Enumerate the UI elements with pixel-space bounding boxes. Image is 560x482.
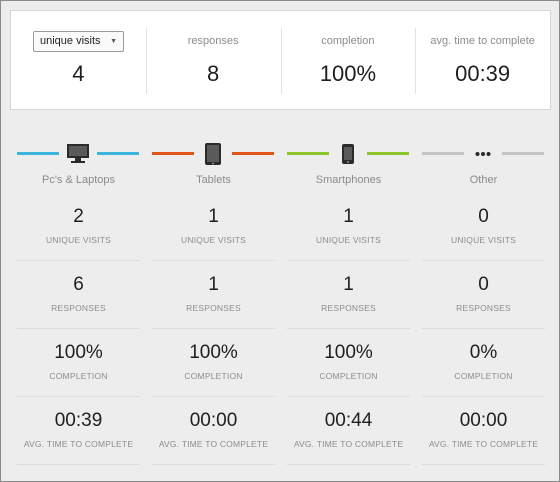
stat-label: AVG. TIME TO COMPLETE (158, 439, 269, 449)
stat-label: RESPONSES (186, 303, 241, 313)
stat-label: COMPLETION (319, 371, 378, 381)
device-name: Other (469, 174, 498, 186)
stat-label: AVG. TIME TO COMPLETE (293, 439, 404, 449)
stat-value: 100% (54, 342, 103, 363)
device-name: Pc's & Laptops (41, 174, 116, 186)
stat-value: 100% (324, 342, 373, 363)
device-header: Other (416, 137, 551, 193)
stat-label: UNIQUE VISITS (451, 235, 516, 245)
chevron-down-icon: ▼ (110, 38, 117, 45)
summary-card: unique visits ▼ 4 responses 8 completion… (10, 10, 551, 110)
stat-value: 6 (73, 274, 84, 295)
stat-unique-visits: 1 UNIQUE VISITS (287, 193, 410, 261)
device-name: Tablets (196, 174, 231, 186)
stat-label: UNIQUE VISITS (181, 235, 246, 245)
stat-label: RESPONSES (456, 303, 511, 313)
stat-value: 1 (208, 206, 219, 227)
stat-value: 0 (478, 274, 489, 295)
stat-label: AVG. TIME TO COMPLETE (428, 439, 539, 449)
stat-label: COMPLETION (454, 371, 513, 381)
stat-value: 00:44 (324, 410, 373, 431)
device-header: Smartphones (281, 137, 416, 193)
stat-value: 1 (343, 274, 354, 295)
desktop-icon (63, 141, 93, 167)
summary-avg-time-label: avg. time to complete (430, 35, 535, 47)
stat-completion: 0% COMPLETION (422, 329, 545, 397)
summary-responses-label: responses (187, 35, 239, 47)
stat-avg-time: 00:39 AVG. TIME TO COMPLETE (17, 397, 140, 465)
stat-value: 2 (73, 206, 84, 227)
device-header: Tablets (146, 137, 281, 193)
device-column-smartphones: Smartphones 1 UNIQUE VISITS 1 RESPONSES … (281, 137, 416, 467)
stat-label: RESPONSES (321, 303, 376, 313)
stat-label: COMPLETION (49, 371, 108, 381)
stat-label: AVG. TIME TO COMPLETE (23, 439, 134, 449)
stat-value: 1 (343, 206, 354, 227)
stat-unique-visits: 2 UNIQUE VISITS (17, 193, 140, 261)
stat-unique-visits: 0 UNIQUE VISITS (422, 193, 545, 261)
device-breakdown: Pc's & Laptops 2 UNIQUE VISITS 6 RESPONS… (11, 137, 551, 467)
summary-completion: completion 100% (280, 11, 416, 109)
metric-select[interactable]: unique visits ▼ (33, 31, 124, 52)
summary-responses-value: 8 (207, 61, 220, 86)
device-color-line (287, 152, 329, 155)
stat-value: 1 (208, 274, 219, 295)
stat-label: COMPLETION (184, 371, 243, 381)
metric-select-value: unique visits (40, 35, 101, 47)
device-color-line (422, 152, 464, 155)
stat-completion: 100% COMPLETION (287, 329, 410, 397)
stat-avg-time: 00:44 AVG. TIME TO COMPLETE (287, 397, 410, 465)
summary-completion-value: 100% (319, 61, 377, 86)
stat-avg-time: 00:00 AVG. TIME TO COMPLETE (422, 397, 545, 465)
tablet-icon (198, 141, 228, 167)
device-name: Smartphones (315, 174, 382, 186)
device-color-line (232, 152, 274, 155)
stat-responses: 0 RESPONSES (422, 261, 545, 329)
stat-value: 100% (189, 342, 238, 363)
stat-responses: 6 RESPONSES (17, 261, 140, 329)
stat-value: 0% (469, 342, 498, 363)
stat-value: 0 (478, 206, 489, 227)
stat-responses: 1 RESPONSES (287, 261, 410, 329)
summary-completion-label: completion (321, 35, 375, 47)
stat-avg-time: 00:00 AVG. TIME TO COMPLETE (152, 397, 275, 465)
device-color-line (152, 152, 194, 155)
summary-responses: responses 8 (145, 11, 281, 109)
device-color-line (97, 152, 139, 155)
stat-completion: 100% COMPLETION (152, 329, 275, 397)
stat-responses: 1 RESPONSES (152, 261, 275, 329)
device-color-line (502, 152, 544, 155)
summary-avg-time-value: 00:39 (455, 61, 511, 86)
summary-unique-visits-value: 4 (72, 61, 85, 86)
device-column-other: Other 0 UNIQUE VISITS 0 RESPONSES 0% COM… (416, 137, 551, 467)
stat-value: 00:00 (459, 410, 508, 431)
device-header: Pc's & Laptops (11, 137, 146, 193)
stat-label: RESPONSES (51, 303, 106, 313)
stat-completion: 100% COMPLETION (17, 329, 140, 397)
summary-unique-visits: unique visits ▼ 4 (11, 11, 146, 109)
device-color-line (17, 152, 59, 155)
summary-avg-time: avg. time to complete 00:39 (415, 11, 550, 109)
app-frame: unique visits ▼ 4 responses 8 completion… (0, 0, 560, 482)
stat-value: 00:00 (189, 410, 238, 431)
more-dots-icon (468, 141, 498, 167)
stat-value: 00:39 (54, 410, 103, 431)
stat-label: UNIQUE VISITS (316, 235, 381, 245)
device-color-line (367, 152, 409, 155)
smartphone-icon (333, 141, 363, 167)
device-column-tablets: Tablets 1 UNIQUE VISITS 1 RESPONSES 100%… (146, 137, 281, 467)
stat-label: UNIQUE VISITS (46, 235, 111, 245)
device-column-pcs: Pc's & Laptops 2 UNIQUE VISITS 6 RESPONS… (11, 137, 146, 467)
stat-unique-visits: 1 UNIQUE VISITS (152, 193, 275, 261)
